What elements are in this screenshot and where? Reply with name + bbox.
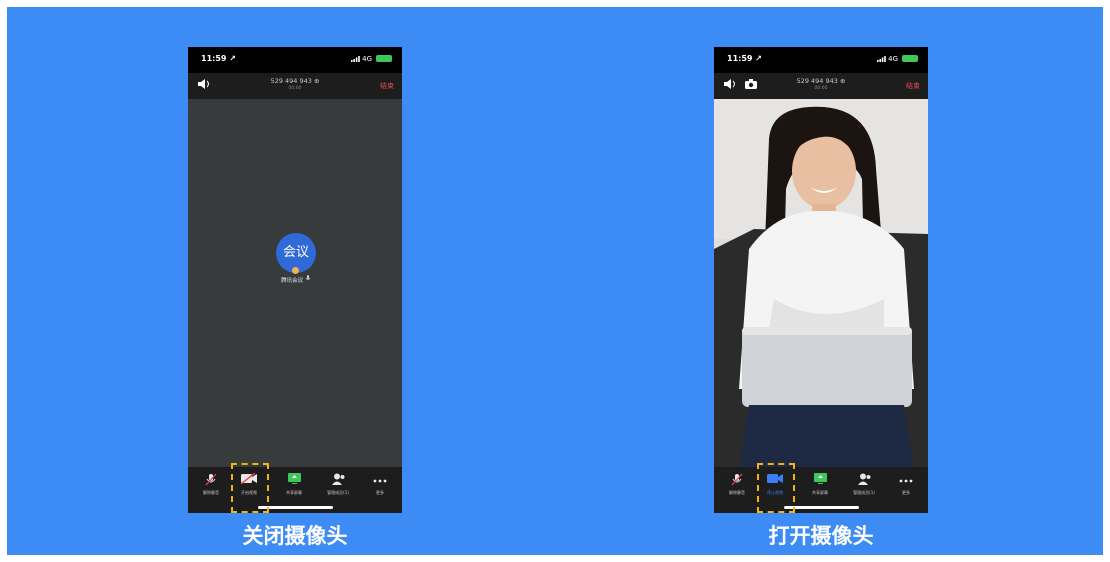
speaker-icon[interactable] xyxy=(724,79,736,92)
manage-members-button[interactable]: 管理成员(1) xyxy=(320,473,356,503)
more-icon xyxy=(362,473,398,487)
network-label: 4G xyxy=(888,55,898,63)
phone-camera-on: 11:59 ↗ 4G 529 494 943 ⊕ 00:00 结束 解除静音 停… xyxy=(714,47,928,513)
meeting-duration: 00:00 xyxy=(814,86,828,91)
mic-off-icon xyxy=(719,473,755,487)
status-time: 11:59 ↗ xyxy=(201,54,236,63)
more-label: 更多 xyxy=(902,490,910,495)
status-bar: 11:59 ↗ 4G xyxy=(714,47,928,73)
manage-members-button[interactable]: 管理成员(1) xyxy=(846,473,882,503)
battery-icon xyxy=(902,55,918,62)
meeting-duration: 00:00 xyxy=(288,86,302,91)
share-screen-icon xyxy=(802,473,838,487)
end-meeting-button[interactable]: 结束 xyxy=(906,81,920,91)
network-label: 4G xyxy=(362,55,372,63)
end-meeting-button[interactable]: 结束 xyxy=(380,81,394,91)
camera-button-highlight xyxy=(231,463,269,513)
mute-button[interactable]: 解除静音 xyxy=(193,473,229,503)
meeting-info[interactable]: 529 494 943 ⊕ 00:00 xyxy=(245,77,345,93)
signal-indicator: 4G xyxy=(876,55,898,63)
phone-camera-off: 11:59 ↗ 4G 529 494 943 ⊕ 00:00 结束 会议 腾讯会… xyxy=(188,47,402,513)
home-indicator xyxy=(784,506,859,509)
background-panel xyxy=(7,7,1103,555)
meeting-header: 529 494 943 ⊕ 00:00 结束 xyxy=(188,73,402,99)
mute-label: 解除静音 xyxy=(729,490,745,495)
more-button[interactable]: 更多 xyxy=(888,473,924,503)
share-screen-button[interactable]: 共享屏幕 xyxy=(276,473,312,503)
share-screen-icon xyxy=(276,473,312,487)
meeting-toolbar: 解除静音 停止视频 共享屏幕 管理成员(1) 更多 xyxy=(714,467,928,513)
status-time: 11:59 ↗ xyxy=(727,54,762,63)
participant-name: 腾讯会议 xyxy=(258,275,334,284)
meeting-id: 529 494 943 ⊕ xyxy=(270,77,320,85)
camera-flip-icon[interactable] xyxy=(745,79,757,92)
meeting-toolbar: 解除静音 开启视频 共享屏幕 管理成员(1) 更多 xyxy=(188,467,402,513)
members-icon xyxy=(320,473,356,487)
caption-camera-on: 打开摄像头 xyxy=(768,524,874,548)
status-bar: 11:59 ↗ 4G xyxy=(188,47,402,73)
more-button[interactable]: 更多 xyxy=(362,473,398,503)
share-screen-label: 共享屏幕 xyxy=(286,490,302,495)
camera-button-highlight xyxy=(757,463,795,513)
more-label: 更多 xyxy=(376,490,384,495)
video-feed-image xyxy=(714,99,928,467)
speaker-icon[interactable] xyxy=(198,79,210,92)
mute-label: 解除静音 xyxy=(203,490,219,495)
participant-name-label: 腾讯会议 xyxy=(281,278,304,284)
meeting-id: 529 494 943 ⊕ xyxy=(796,77,846,85)
signal-bars-icon xyxy=(876,56,886,62)
mic-muted-icon xyxy=(305,275,311,284)
mic-off-icon xyxy=(193,473,229,487)
more-icon xyxy=(888,473,924,487)
manage-members-label: 管理成员(1) xyxy=(853,490,875,495)
caption-camera-off: 关闭摄像头 xyxy=(242,524,348,548)
manage-members-label: 管理成员(1) xyxy=(327,490,349,495)
host-badge xyxy=(292,267,299,274)
video-feed xyxy=(714,99,928,467)
mute-button[interactable]: 解除静音 xyxy=(719,473,755,503)
share-screen-button[interactable]: 共享屏幕 xyxy=(802,473,838,503)
members-icon xyxy=(846,473,882,487)
meeting-info[interactable]: 529 494 943 ⊕ 00:00 xyxy=(771,77,871,93)
signal-bars-icon xyxy=(350,56,360,62)
meeting-header: 529 494 943 ⊕ 00:00 结束 xyxy=(714,73,928,99)
signal-indicator: 4G xyxy=(350,55,372,63)
battery-icon xyxy=(376,55,392,62)
home-indicator xyxy=(258,506,333,509)
share-screen-label: 共享屏幕 xyxy=(812,490,828,495)
video-area-off: 会议 腾讯会议 xyxy=(188,99,402,467)
